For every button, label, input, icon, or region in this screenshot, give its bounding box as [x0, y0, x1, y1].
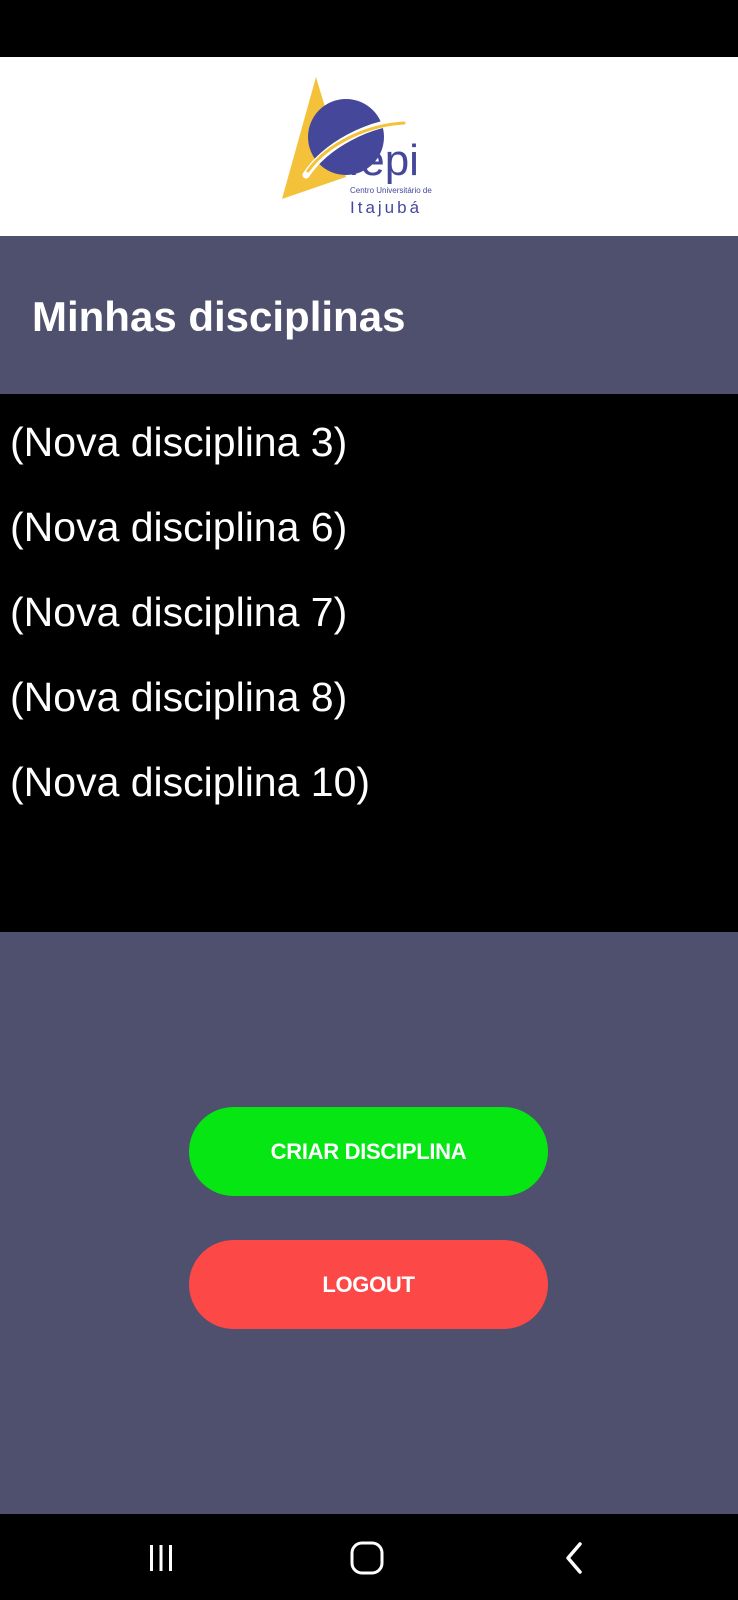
- discipline-item[interactable]: (Nova disciplina 10): [10, 762, 370, 803]
- status-bar: [0, 0, 738, 57]
- system-navigation-bar: [0, 1514, 738, 1600]
- logo-subtitle: Centro Universitário de: [350, 186, 432, 195]
- recent-apps-icon: [150, 1545, 172, 1571]
- create-discipline-button[interactable]: CRIAR DISCIPLINA: [189, 1107, 548, 1196]
- title-bar: Minhas disciplinas: [0, 236, 738, 394]
- actions-panel: CRIAR DISCIPLINA LOGOUT: [0, 932, 738, 1514]
- back-button[interactable]: [551, 1534, 599, 1582]
- logo-header: fepi Centro Universitário de Itajubá: [0, 57, 738, 236]
- discipline-item[interactable]: (Nova disciplina 3): [10, 422, 347, 463]
- discipline-item[interactable]: (Nova disciplina 6): [10, 507, 347, 548]
- home-button[interactable]: [343, 1534, 391, 1582]
- logout-button[interactable]: LOGOUT: [189, 1240, 548, 1329]
- home-icon: [350, 1541, 384, 1575]
- discipline-list: (Nova disciplina 3) (Nova disciplina 6) …: [0, 394, 738, 932]
- discipline-item[interactable]: (Nova disciplina 7): [10, 592, 347, 633]
- page-title: Minhas disciplinas: [32, 293, 406, 340]
- fepi-logo: fepi Centro Universitário de Itajubá: [282, 77, 432, 217]
- logo-name: fepi: [348, 136, 419, 185]
- recent-apps-button[interactable]: [137, 1534, 185, 1582]
- logo-city: Itajubá: [350, 198, 422, 217]
- back-icon: [566, 1542, 582, 1574]
- discipline-item[interactable]: (Nova disciplina 8): [10, 677, 347, 718]
